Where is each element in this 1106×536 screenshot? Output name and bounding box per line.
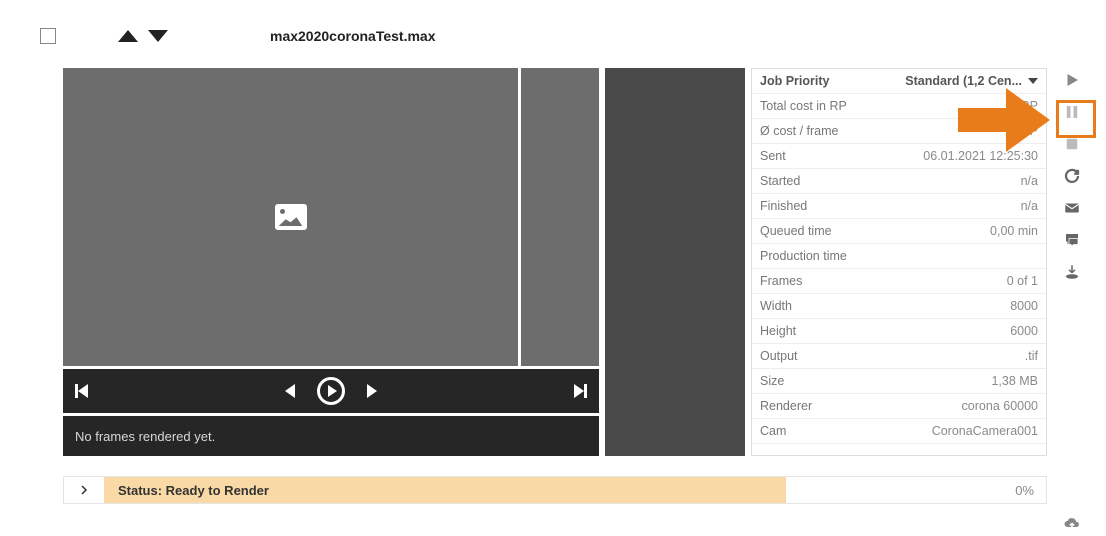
expand-status-icon[interactable] [64,484,104,496]
mail-icon[interactable] [1059,196,1085,220]
annotation-highlight-box [1056,100,1096,138]
render-status-message: No frames rendered yet. [63,416,599,456]
info-row: Production time [752,244,1046,269]
sort-arrows [118,30,168,42]
action-sidebar [1054,68,1090,536]
play-button[interactable] [317,377,345,405]
skip-start-button[interactable] [75,384,88,398]
download-icon[interactable] [1059,260,1085,284]
preview-area [63,68,599,366]
arrow-up-icon[interactable] [118,30,138,42]
info-row: Frames0 of 1 [752,269,1046,294]
status-bar: Status: Ready to Render 0% [63,476,1047,504]
chat-icon[interactable] [1059,228,1085,252]
dropdown-arrow-icon [1028,78,1038,84]
preview-strip [521,68,599,366]
info-row: CamCoronaCamera001 [752,419,1046,444]
info-row: Startedn/a [752,169,1046,194]
info-row: Output.tif [752,344,1046,369]
arrow-down-icon[interactable] [148,30,168,42]
info-row: Width8000 [752,294,1046,319]
job-header: max2020coronaTest.max [40,28,436,44]
info-label: Job Priority [760,74,829,88]
main-panel: No frames rendered yet. Job Priority Sta… [63,68,1047,456]
status-label: Status: Ready to Render [104,477,786,503]
info-row: Size1,38 MB [752,369,1046,394]
job-filename: max2020coronaTest.max [270,28,436,44]
thumbnail-column [605,68,745,456]
play-icon[interactable] [1059,68,1085,92]
prev-frame-button[interactable] [285,384,295,398]
player-bar [63,369,599,413]
select-checkbox[interactable] [40,28,56,44]
status-percent: 0% [786,483,1046,498]
refresh-icon[interactable] [1059,164,1085,188]
info-row: Finishedn/a [752,194,1046,219]
image-placeholder-icon [275,204,307,230]
priority-dropdown[interactable]: Standard (1,2 Cen... [905,74,1038,88]
info-row: Height6000 [752,319,1046,344]
skip-end-button[interactable] [574,384,587,398]
preview-column: No frames rendered yet. [63,68,599,456]
preview-main[interactable] [63,68,518,366]
upload-cloud-icon[interactable] [1059,512,1085,536]
info-row: Queued time0,00 min [752,219,1046,244]
annotation-arrow [958,88,1050,152]
info-row: Renderercorona 60000 [752,394,1046,419]
next-frame-button[interactable] [367,384,377,398]
